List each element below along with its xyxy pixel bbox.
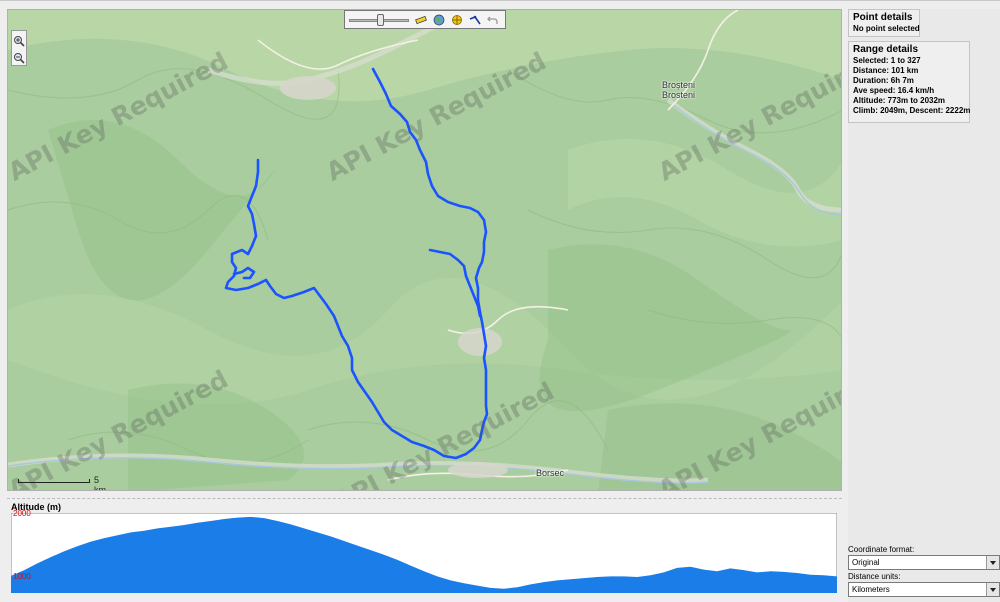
coordinate-format-value: Original [852, 558, 880, 567]
town-label: Brosteni [662, 90, 696, 100]
crosshair-icon[interactable] [451, 14, 463, 26]
range-climb: Climb: 2049m, Descent: 2222m [853, 106, 971, 115]
details-panel: Point details No point selected Range de… [848, 9, 1000, 602]
scale-bar: 5 km [18, 475, 106, 490]
coordinate-format-label: Coordinate format: [848, 545, 915, 554]
zoom-in-icon[interactable] [13, 35, 25, 47]
altitude-profile[interactable]: Altitude (m) 2000 1000 [7, 498, 842, 595]
town-label: Broșteni [662, 80, 696, 90]
distance-units-label: Distance units: [848, 572, 901, 581]
range-altitude: Altitude: 773m to 2032m [853, 96, 946, 105]
point-details-text: No point selected [853, 24, 920, 33]
range-distance: Distance: 101 km [853, 66, 919, 75]
zoom-controls [11, 30, 27, 66]
range-details-title: Range details [853, 44, 919, 55]
range-details-box: Range details Selected: 1 to 327 Distanc… [848, 41, 970, 123]
altitude-chart[interactable] [11, 513, 837, 593]
profile-max-label: 2000 [13, 509, 31, 518]
app-window: API Key Required API Key Required API Ke… [0, 0, 1000, 602]
point-details-box: Point details No point selected [848, 9, 920, 37]
map-view[interactable]: API Key Required API Key Required API Ke… [7, 9, 842, 491]
point-details-title: Point details [853, 12, 913, 23]
distance-units-select[interactable]: Kilometers [848, 582, 1000, 597]
scale-bar-line [18, 479, 90, 483]
zoom-slider-knob[interactable] [377, 13, 384, 26]
zoom-out-icon[interactable] [13, 52, 25, 64]
range-selected: Selected: 1 to 327 [853, 56, 921, 65]
globe-icon[interactable] [433, 14, 445, 26]
range-speed: Ave speed: 16.4 km/h [853, 86, 935, 95]
range-duration: Duration: 6h 7m [853, 76, 914, 85]
route-icon[interactable] [469, 14, 481, 26]
map-toolbar [344, 10, 506, 29]
town-label: Borsec [536, 468, 565, 478]
undo-icon[interactable] [487, 14, 499, 26]
profile-min-label: 1000 [13, 572, 31, 581]
chevron-down-icon[interactable] [986, 556, 999, 569]
distance-units-value: Kilometers [852, 585, 890, 594]
map-terrain [8, 10, 841, 490]
coordinate-format-select[interactable]: Original [848, 555, 1000, 570]
ruler-icon[interactable] [415, 14, 427, 26]
scale-bar-label: 5 km [94, 475, 106, 491]
chevron-down-icon[interactable] [986, 583, 999, 596]
zoom-slider[interactable] [349, 13, 409, 26]
